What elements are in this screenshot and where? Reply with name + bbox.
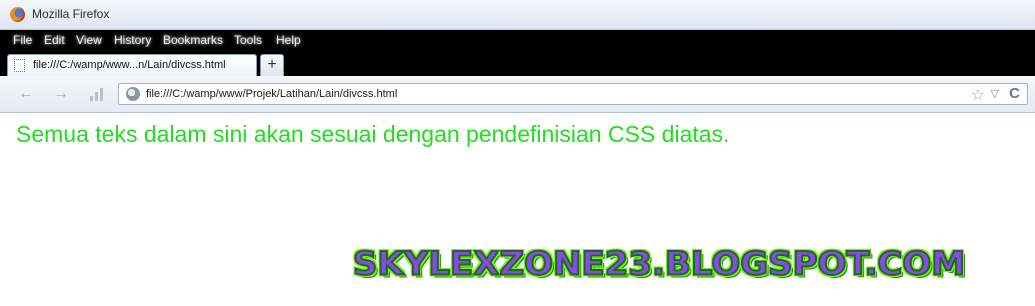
signal-icon (90, 87, 104, 101)
menu-bookmarks[interactable]: Bookmarks (163, 33, 223, 47)
menu-bar: File Edit View History Bookmarks Tools H… (0, 30, 1035, 52)
menu-help[interactable]: Help (276, 33, 301, 47)
menu-history[interactable]: History (114, 33, 151, 47)
url-bar[interactable]: file:///C:/wamp/www/Projek/Latihan/Lain/… (118, 83, 1028, 105)
back-icon[interactable]: ← (17, 85, 35, 103)
navigation-bar: ← → file:///C:/wamp/www/Projek/Latihan/L… (0, 76, 1035, 113)
page-icon (14, 59, 25, 72)
window-title: Mozilla Firefox (32, 7, 110, 21)
dropdown-icon[interactable]: ▽ (991, 87, 999, 100)
title-bar: Mozilla Firefox (0, 0, 1035, 30)
tab-label: file:///C:/wamp/www...n/Lain/divcss.html (33, 59, 226, 71)
menu-file[interactable]: File (13, 33, 32, 47)
reload-icon[interactable]: C (1009, 85, 1020, 102)
star-icon[interactable]: ☆ (971, 85, 985, 105)
menu-view[interactable]: View (76, 33, 102, 47)
page-text: Semua teks dalam sini akan sesuai dengan… (16, 121, 730, 147)
menu-edit[interactable]: Edit (44, 33, 65, 47)
tab-divcss[interactable]: file:///C:/wamp/www...n/Lain/divcss.html (7, 54, 257, 76)
globe-icon (126, 87, 140, 101)
new-tab-button[interactable]: + (260, 54, 284, 76)
menu-tools[interactable]: Tools (234, 33, 262, 47)
tab-strip: file:///C:/wamp/www...n/Lain/divcss.html… (0, 52, 1035, 76)
blog-watermark: SKYLEXZONE23.BLOGSPOT.COM (352, 244, 966, 284)
firefox-logo-icon (10, 7, 25, 22)
url-text[interactable]: file:///C:/wamp/www/Projek/Latihan/Lain/… (146, 88, 397, 100)
forward-icon[interactable]: → (52, 85, 70, 103)
